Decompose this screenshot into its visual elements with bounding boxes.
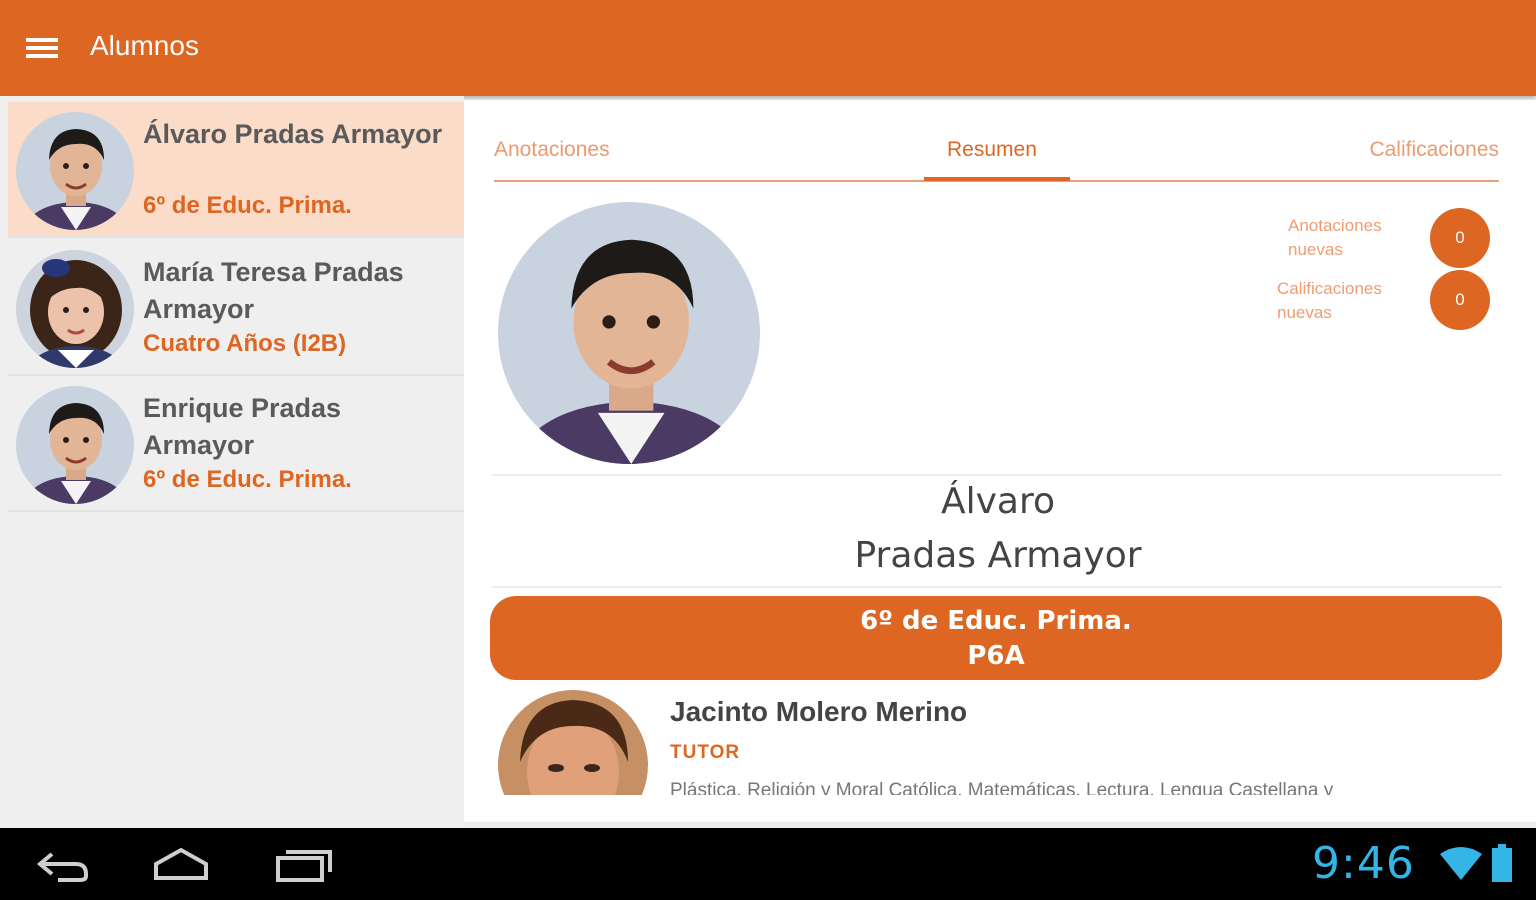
tab-bar: Anotaciones Resumen Calificaciones	[494, 128, 1499, 182]
student-avatar	[16, 250, 134, 368]
battery-icon	[1490, 844, 1514, 889]
class-course: 6º de Educ. Prima.	[860, 606, 1132, 636]
profile-first-name: Álvaro	[940, 481, 1056, 522]
student-avatar	[16, 112, 134, 230]
student-course: 6º de Educ. Prima.	[143, 466, 352, 493]
divider	[492, 586, 1502, 588]
student-course: Cuatro Años (I2B)	[143, 330, 347, 357]
student-detail-panel: Anotaciones Resumen Calificaciones Anota…	[464, 100, 1536, 822]
class-group: P6A	[967, 641, 1025, 671]
tutor-photo	[498, 690, 648, 795]
recent-apps-icon[interactable]	[270, 842, 340, 886]
new-annotations-label: Anotaciones nuevas	[1288, 216, 1382, 259]
app-title: Alumnos	[90, 30, 199, 61]
student-name: Enrique Pradas Armayor	[143, 393, 342, 460]
system-navigation-bar: 9:46	[0, 828, 1536, 900]
tab-anotaciones[interactable]: Anotaciones	[494, 138, 610, 162]
student-list-item-maria-teresa[interactable]: María Teresa Pradas Armayor Cuatro Años …	[8, 240, 464, 376]
tutor-role: TUTOR	[670, 742, 741, 763]
active-tab-indicator	[924, 177, 1070, 181]
home-icon[interactable]	[146, 842, 216, 886]
tab-resumen[interactable]: Resumen	[947, 138, 1037, 162]
profile-last-name: Pradas Armayor	[854, 535, 1142, 576]
new-annotations-count[interactable]: 0	[1430, 208, 1490, 268]
hamburger-menu-icon[interactable]	[22, 30, 62, 66]
wifi-icon	[1438, 846, 1484, 887]
new-grades-label: Calificaciones nuevas	[1277, 279, 1382, 322]
student-list-item-enrique[interactable]: Enrique Pradas Armayor 6º de Educ. Prima…	[8, 376, 464, 512]
new-grades-count[interactable]: 0	[1430, 270, 1490, 330]
tab-calificaciones[interactable]: Calificaciones	[1369, 138, 1499, 162]
status-clock: 9:46	[1312, 838, 1415, 889]
tutor-subjects: Plástica, Religión y Moral Católica, Mat…	[670, 780, 1334, 795]
student-list-item-alvaro[interactable]: Álvaro Pradas Armayor 6º de Educ. Prima.	[8, 102, 464, 238]
students-sidebar: Álvaro Pradas Armayor 6º de Educ. Prima.…	[0, 96, 464, 828]
student-profile-photo	[498, 202, 760, 464]
class-banner: 6º de Educ. Prima. P6A	[490, 596, 1502, 680]
student-name: María Teresa Pradas Armayor	[143, 257, 404, 324]
student-avatar	[16, 386, 134, 504]
back-icon[interactable]	[28, 842, 98, 886]
student-name: Álvaro Pradas Armayor	[143, 119, 443, 149]
app-bar: Alumnos	[0, 0, 1536, 96]
tutor-name: Jacinto Molero Merino	[670, 696, 968, 727]
student-course: 6º de Educ. Prima.	[143, 192, 352, 219]
